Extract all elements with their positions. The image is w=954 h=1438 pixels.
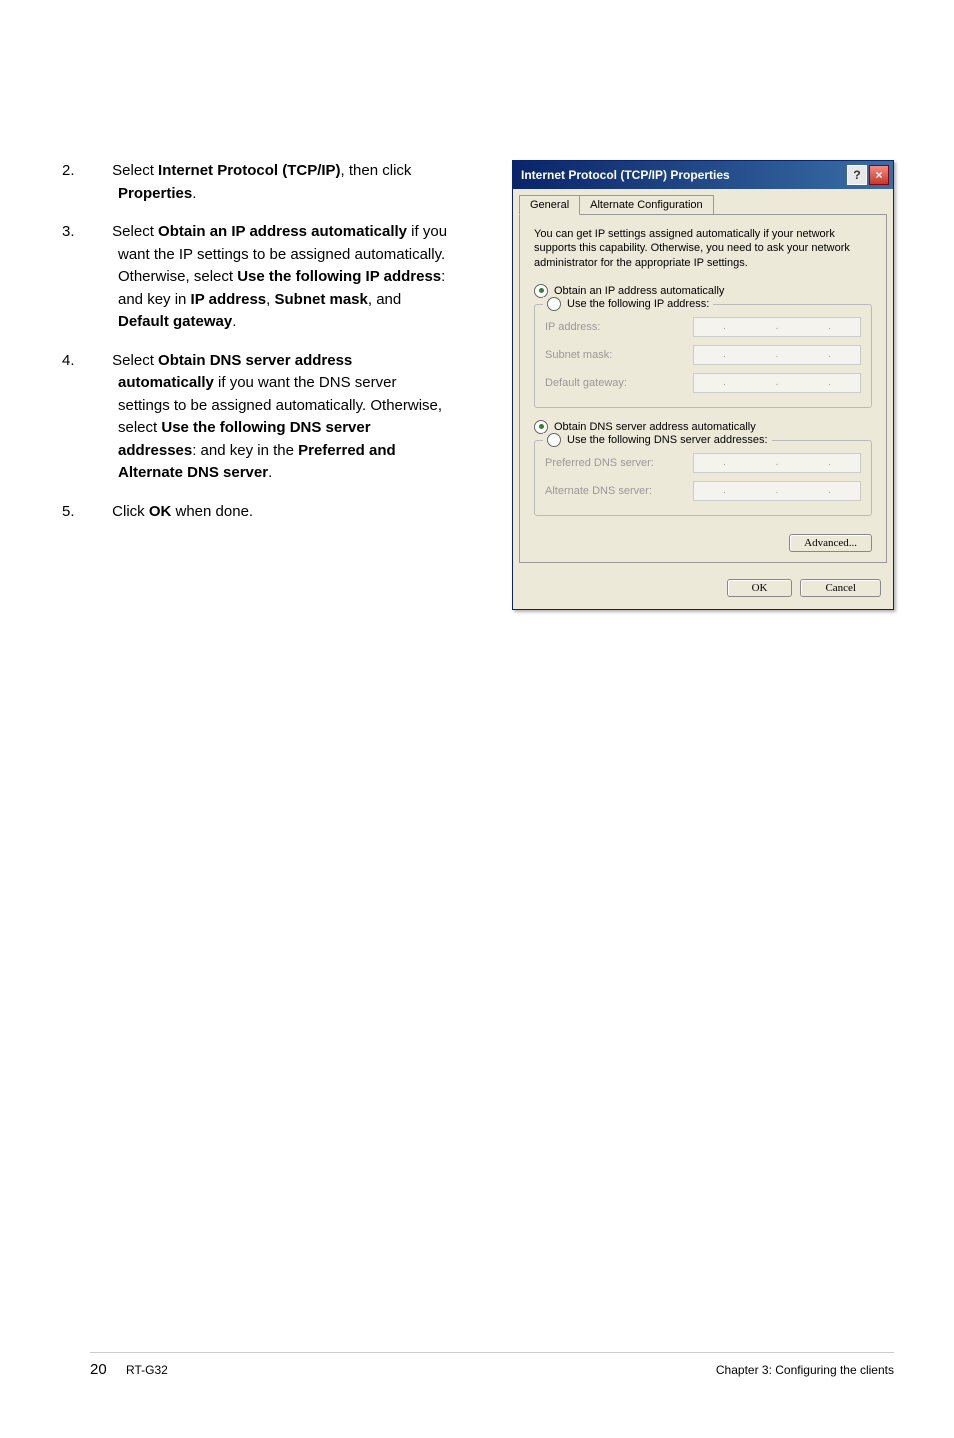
ip-address-label: IP address: bbox=[545, 321, 685, 333]
dialog-titlebar: Internet Protocol (TCP/IP) Properties ? … bbox=[513, 161, 893, 189]
default-gateway-label: Default gateway: bbox=[545, 377, 685, 389]
dns-manual-group: Use the following DNS server addresses: … bbox=[534, 440, 872, 516]
page-footer: 20 RT-G32 Chapter 3: Configuring the cli… bbox=[90, 1352, 894, 1378]
tab-body-general: You can get IP settings assigned automat… bbox=[519, 214, 887, 563]
radio-obtain-ip-auto-label: Obtain an IP address automatically bbox=[554, 285, 724, 297]
tab-general[interactable]: General bbox=[519, 195, 580, 215]
tab-alternate-configuration[interactable]: Alternate Configuration bbox=[579, 195, 714, 215]
close-icon[interactable]: × bbox=[869, 165, 889, 185]
instruction-text: 2. Select Internet Protocol (TCP/IP), th… bbox=[90, 160, 450, 610]
advanced-button[interactable]: Advanced... bbox=[789, 534, 872, 552]
radio-use-following-dns[interactable] bbox=[547, 433, 561, 447]
subnet-mask-input[interactable]: ... bbox=[693, 345, 861, 365]
page-number: 20 bbox=[90, 1361, 107, 1378]
ip-manual-group: Use the following IP address: IP address… bbox=[534, 304, 872, 408]
preferred-dns-input[interactable]: ... bbox=[693, 453, 861, 473]
radio-use-following-ip-label: Use the following IP address: bbox=[567, 298, 709, 310]
dialog-description: You can get IP settings assigned automat… bbox=[534, 227, 872, 270]
instruction-list: 2. Select Internet Protocol (TCP/IP), th… bbox=[90, 160, 450, 523]
instruction-item: 5. Click OK when done. bbox=[90, 501, 450, 524]
subnet-mask-label: Subnet mask: bbox=[545, 349, 685, 361]
tcpip-properties-dialog: Internet Protocol (TCP/IP) Properties ? … bbox=[512, 160, 894, 610]
cancel-button[interactable]: Cancel bbox=[800, 579, 881, 597]
radio-obtain-ip-auto[interactable] bbox=[534, 284, 548, 298]
instruction-item: 4. Select Obtain DNS server address auto… bbox=[90, 350, 450, 485]
dialog-title: Internet Protocol (TCP/IP) Properties bbox=[521, 168, 730, 182]
alternate-dns-input[interactable]: ... bbox=[693, 481, 861, 501]
footer-chapter: Chapter 3: Configuring the clients bbox=[716, 1363, 894, 1377]
instruction-item: 2. Select Internet Protocol (TCP/IP), th… bbox=[90, 160, 450, 205]
preferred-dns-label: Preferred DNS server: bbox=[545, 457, 685, 469]
footer-model: RT-G32 bbox=[126, 1363, 168, 1377]
dialog-tabs: General Alternate Configuration bbox=[513, 189, 893, 215]
radio-obtain-dns-auto[interactable] bbox=[534, 420, 548, 434]
default-gateway-input[interactable]: ... bbox=[693, 373, 861, 393]
instruction-item: 3. Select Obtain an IP address automatic… bbox=[90, 221, 450, 334]
radio-use-following-dns-label: Use the following DNS server addresses: bbox=[567, 434, 768, 446]
radio-use-following-ip[interactable] bbox=[547, 297, 561, 311]
alternate-dns-label: Alternate DNS server: bbox=[545, 485, 685, 497]
ok-button[interactable]: OK bbox=[727, 579, 793, 597]
ip-address-input[interactable]: ... bbox=[693, 317, 861, 337]
radio-obtain-dns-auto-label: Obtain DNS server address automatically bbox=[554, 421, 756, 433]
help-icon[interactable]: ? bbox=[847, 165, 867, 185]
